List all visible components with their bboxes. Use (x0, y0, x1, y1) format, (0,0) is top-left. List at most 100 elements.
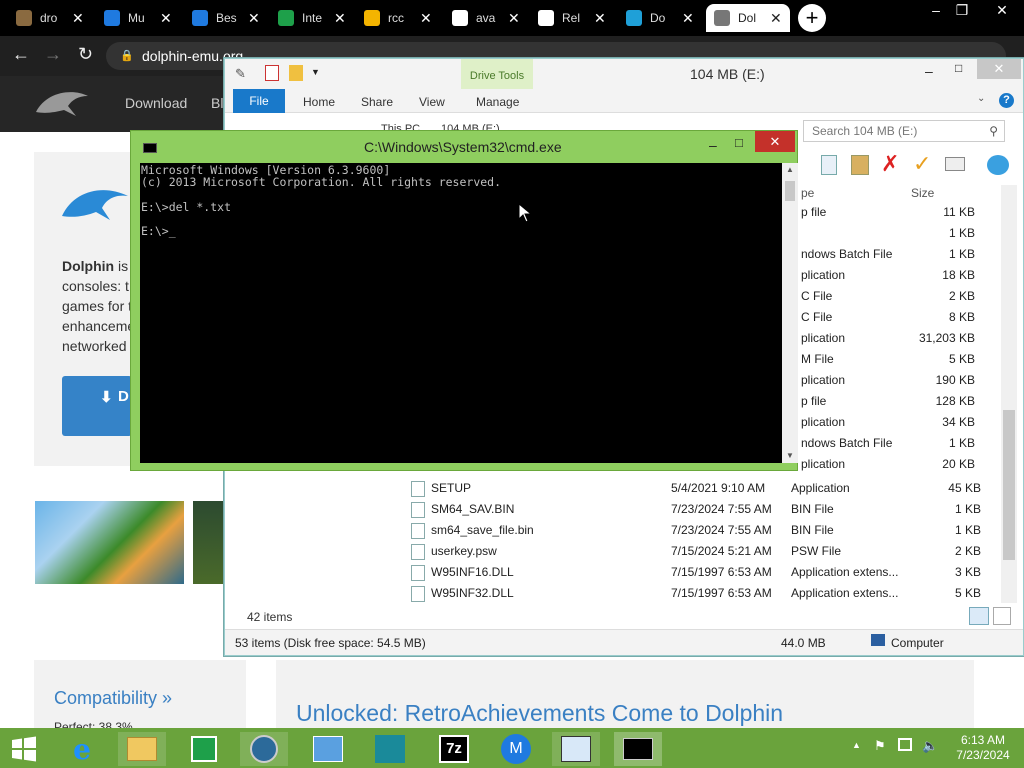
7zip-taskbar-button[interactable]: 7z (430, 732, 478, 766)
dolphin-logo-icon[interactable] (32, 86, 92, 122)
compatibility-link[interactable]: Compatibility » (54, 688, 172, 708)
ribbon-tab-view[interactable]: View (419, 95, 445, 109)
cmd-close-button[interactable]: ✕ (755, 131, 795, 152)
file-row[interactable]: userkey.psw 7/15/2024 5:21 AM PSW File 2 KB (411, 541, 981, 562)
tab-close-icon[interactable]: ✕ (682, 10, 694, 27)
ribbon-tab-home[interactable]: Home (303, 95, 335, 109)
download-button[interactable]: ⬇ D (62, 376, 132, 436)
ribbon-tab-manage[interactable]: Manage (476, 95, 519, 109)
copy-icon[interactable] (821, 155, 837, 175)
minimize-button[interactable]: – (924, 2, 948, 18)
properties-icon[interactable]: ✎ (235, 66, 246, 82)
ribbon-tab-file[interactable]: File (233, 89, 285, 113)
nav-blog-link[interactable]: Bl (211, 95, 223, 111)
rename-icon[interactable]: ✓ (913, 151, 931, 177)
tab-close-icon[interactable]: ✕ (770, 10, 782, 27)
taskbar-clock[interactable]: 6:13 AM 7/23/2024 (948, 733, 1018, 763)
tab-favicon-icon (714, 10, 730, 26)
tab-favicon-icon (452, 10, 468, 26)
scroll-up-icon[interactable]: ▲ (786, 165, 794, 174)
tab-close-icon[interactable]: ✕ (420, 10, 432, 27)
browser-tab[interactable]: Mu ✕ (96, 4, 176, 32)
paste-icon[interactable] (851, 155, 869, 175)
cmd-minimize-button[interactable]: – (709, 137, 717, 153)
game-screenshot-thumbnail[interactable] (35, 501, 184, 584)
network-icon[interactable] (987, 155, 1009, 175)
maximize-button[interactable]: ❐ (950, 2, 974, 19)
start-button[interactable] (0, 732, 48, 766)
new-folder-icon[interactable] (289, 65, 303, 81)
type-column-header[interactable]: pe (801, 186, 814, 200)
browser-tab[interactable]: Bes ✕ (184, 4, 264, 32)
browser-tab[interactable]: Dol ✕ (706, 4, 790, 32)
nav-download-link[interactable]: Download (125, 95, 187, 111)
file-row[interactable]: sm64_save_file.bin 7/23/2024 7:55 AM BIN F… (411, 520, 981, 541)
cmd-titlebar[interactable]: C:\Windows\System32\cmd.exe – □ ✕ (131, 131, 797, 163)
delete-icon[interactable]: ✗ (881, 151, 899, 177)
close-window-button[interactable]: ✕ (990, 2, 1014, 19)
back-icon[interactable]: ← (12, 44, 30, 65)
internet-explorer-taskbar-button[interactable]: e (58, 732, 106, 766)
browser-tab[interactable]: Inte ✕ (270, 4, 350, 32)
ribbon-tab-share[interactable]: Share (361, 95, 393, 109)
cmd-scrollbar-thumb[interactable] (785, 181, 795, 201)
news-title-link[interactable]: Unlocked: RetroAchievements Come to Dolp… (296, 700, 783, 727)
browser-tab[interactable]: Do ✕ (618, 4, 698, 32)
tab-title: Rel (562, 11, 581, 25)
cmd-scrollbar[interactable]: ▲ ▼ (782, 163, 798, 463)
tab-close-icon[interactable]: ✕ (72, 10, 84, 27)
quick-access-dropdown-icon[interactable]: ▼ (311, 67, 320, 77)
browser-tab[interactable]: ava ✕ (444, 4, 524, 32)
tab-close-icon[interactable]: ✕ (334, 10, 346, 27)
lock-icon: 🔒 (120, 50, 134, 62)
search-input[interactable]: Search 104 MB (E:) ⚲ (803, 120, 1005, 142)
explorer-close-button[interactable]: ✕ (977, 59, 1021, 79)
size-column-header[interactable]: Size (911, 186, 934, 200)
site-navbar: Download Bl (0, 76, 232, 132)
reader-taskbar-button[interactable] (366, 732, 414, 766)
new-document-icon[interactable] (265, 65, 279, 81)
tab-close-icon[interactable]: ✕ (248, 10, 260, 27)
resource-monitor-taskbar-button[interactable] (552, 732, 600, 766)
maestro-taskbar-button[interactable]: M (492, 732, 540, 766)
file-explorer-taskbar-button[interactable] (118, 732, 166, 766)
browser-tab[interactable]: dro ✕ (8, 4, 88, 32)
tab-close-icon[interactable]: ✕ (594, 10, 606, 27)
app-taskbar-button[interactable] (240, 732, 288, 766)
tab-close-icon[interactable]: ✕ (508, 10, 520, 27)
forward-icon[interactable]: → (44, 44, 62, 65)
file-type-cell: M File (801, 352, 834, 366)
scroll-down-icon[interactable]: ▼ (786, 451, 794, 460)
cmd-taskbar-button[interactable] (614, 732, 662, 766)
new-tab-button[interactable]: + (798, 4, 826, 32)
cmd-maximize-button[interactable]: □ (735, 135, 743, 150)
properties-toolbar-icon[interactable] (945, 157, 965, 171)
store-taskbar-button[interactable] (180, 732, 228, 766)
file-row[interactable]: SM64_SAV.BIN 7/23/2024 7:55 AM BIN File 1 K… (411, 499, 981, 520)
show-hidden-icons-icon[interactable]: ▲ (852, 740, 861, 750)
file-row[interactable]: W95INF16.DLL 7/15/1997 6:53 AM Application… (411, 562, 981, 583)
help-icon[interactable]: ? (999, 93, 1014, 108)
volume-muted-icon[interactable]: 🔈 (922, 738, 938, 754)
control-panel-taskbar-button[interactable] (304, 732, 352, 766)
tab-favicon-icon (278, 10, 294, 26)
file-row[interactable]: W95INF32.DLL 7/15/1997 6:53 AM Application… (411, 583, 981, 604)
explorer-maximize-button[interactable]: □ (955, 61, 962, 75)
game-screenshot-thumbnail[interactable] (193, 501, 224, 584)
reload-icon[interactable]: ↻ (78, 44, 93, 65)
ribbon-expand-icon[interactable]: ⌄ (977, 93, 985, 104)
file-size-cell: 1 KB (948, 436, 975, 450)
tab-favicon-icon (16, 10, 32, 26)
details-view-icon[interactable] (969, 607, 989, 625)
large-icons-view-icon[interactable] (993, 607, 1011, 625)
explorer-scrollbar[interactable] (1001, 185, 1017, 603)
file-row[interactable]: SETUP 5/4/2021 9:10 AM Application 45 KB (411, 478, 981, 499)
network-tray-icon[interactable] (898, 738, 912, 751)
action-center-flag-icon[interactable]: ⚑ (874, 738, 886, 754)
tab-close-icon[interactable]: ✕ (160, 10, 172, 27)
browser-tab[interactable]: rcc ✕ (356, 4, 436, 32)
browser-tab[interactable]: Rel ✕ (530, 4, 610, 32)
explorer-minimize-button[interactable]: – (925, 63, 933, 79)
explorer-scrollbar-thumb[interactable] (1003, 410, 1015, 560)
cmd-console-output[interactable]: Microsoft Windows [Version 6.3.9600] (c) … (140, 163, 782, 463)
